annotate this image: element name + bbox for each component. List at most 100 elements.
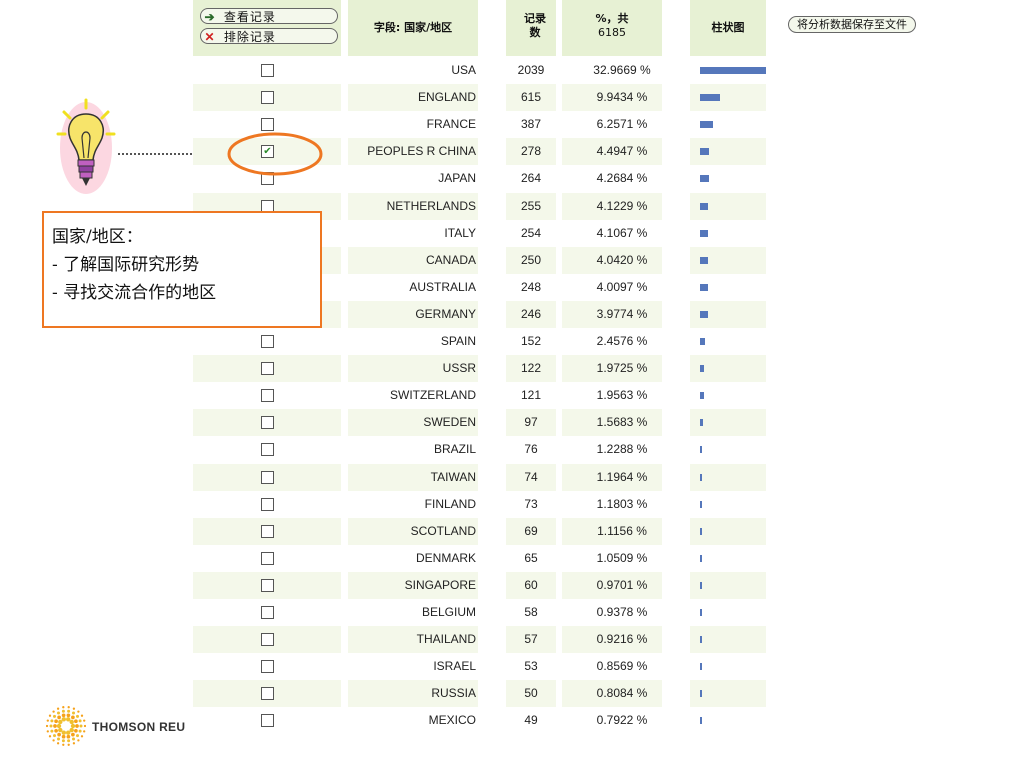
percent-cell: 4.0097 % xyxy=(596,279,648,294)
percent-cell: 1.9725 % xyxy=(596,361,648,376)
country-cell: THAILAND xyxy=(416,632,476,647)
record-count-cell: 57 xyxy=(524,632,538,647)
callout-box: 国家/地区： - 了解国际研究形势 - 寻找交流合作的地区 xyxy=(42,211,322,328)
table-row: JAPAN 264 4.2684 % xyxy=(0,165,1024,192)
share-bar xyxy=(700,365,704,373)
table-row: ✔ PEOPLES R CHINA 278 4.4947 % xyxy=(0,138,1024,166)
share-bar xyxy=(700,67,766,74)
logo-dot xyxy=(74,719,78,724)
table-row: DENMARK 65 1.0509 % xyxy=(0,545,1024,572)
table-row: BELGIUM 58 0.9378 % xyxy=(0,599,1024,626)
country-cell: ITALY xyxy=(444,225,476,240)
logo-dot xyxy=(46,730,49,733)
percent-cell: 0.8569 % xyxy=(596,659,648,674)
field-header: 字段: 国家/地区 xyxy=(373,21,453,34)
logo-dot xyxy=(71,732,75,737)
country-cell: RUSSIA xyxy=(431,686,476,701)
row-checkbox[interactable] xyxy=(261,443,274,457)
logo-dot xyxy=(67,706,70,709)
table-row: SWEDEN 97 1.5683 % xyxy=(0,409,1024,437)
logo-dot xyxy=(53,714,56,718)
logo-dot xyxy=(66,734,71,739)
callout-line-2: - 寻找交流合作的地区 xyxy=(52,283,217,303)
share-bar xyxy=(700,202,709,210)
arrow-right-icon: ➔ xyxy=(204,10,216,24)
row-checkbox[interactable] xyxy=(261,524,274,538)
share-bar xyxy=(700,283,709,291)
row-checkbox[interactable] xyxy=(261,64,274,77)
table-row: USA 2039 32.9669 % xyxy=(0,57,1024,84)
table-row: ENGLAND 615 9.9434 % xyxy=(0,84,1024,112)
percent-cell: 4.1229 % xyxy=(596,198,648,213)
row-checkbox[interactable] xyxy=(261,606,274,619)
country-cell: BELGIUM xyxy=(421,605,476,619)
percent-cell: 1.0509 % xyxy=(596,550,648,565)
country-cell: MEXICO xyxy=(428,713,476,728)
logo-dot xyxy=(61,734,66,739)
logo-dots-icon xyxy=(46,706,86,746)
logo-dot xyxy=(57,711,60,715)
save-to-file-button[interactable]: 将分析数据保存至文件 xyxy=(788,16,916,33)
logo-dot xyxy=(66,713,71,718)
row-checkbox[interactable] xyxy=(261,118,274,132)
record-count-cell: 246 xyxy=(520,306,542,321)
logo-dot xyxy=(46,724,49,728)
logo-dot xyxy=(53,724,57,728)
row-checkbox[interactable] xyxy=(261,335,274,348)
logo-dot xyxy=(54,728,58,733)
row-checkbox[interactable] xyxy=(261,470,274,484)
logo-dot xyxy=(67,709,71,713)
logo-dot xyxy=(79,724,83,728)
logo-dot xyxy=(69,719,74,725)
logo-dot xyxy=(57,732,61,737)
percent-cell: 1.1964 % xyxy=(596,469,648,484)
row-checkbox[interactable] xyxy=(261,578,274,592)
logo-dot xyxy=(83,719,86,722)
exclude-records-button[interactable]: ✕ 排除记录 xyxy=(200,28,338,44)
row-checkbox[interactable] xyxy=(261,416,274,430)
record-count-cell: 76 xyxy=(524,442,538,457)
row-checkbox[interactable] xyxy=(261,714,274,728)
logo-text: THOMSON REU xyxy=(92,720,186,734)
country-cell: SPAIN xyxy=(440,334,476,348)
logo-dot xyxy=(78,729,82,733)
view-records-label: 查看记录 xyxy=(223,10,276,24)
logo-dot xyxy=(61,717,66,722)
logo-dot xyxy=(80,714,84,717)
logo-dot xyxy=(83,730,86,733)
logo-dot xyxy=(61,713,66,718)
row-checkbox[interactable] xyxy=(261,687,274,701)
record-count-cell: 65 xyxy=(524,550,538,565)
record-count-cell: 255 xyxy=(520,198,542,213)
logo-dot xyxy=(56,707,60,710)
row-checkbox[interactable] xyxy=(261,633,274,647)
country-cell: FRANCE xyxy=(426,117,476,132)
logo-dot xyxy=(62,743,65,746)
record-count-cell: 122 xyxy=(520,361,542,376)
share-bar xyxy=(700,148,709,156)
logo-dot xyxy=(76,714,79,718)
share-bar xyxy=(700,310,708,318)
view-records-button[interactable]: ➔ 查看记录 xyxy=(200,8,338,24)
record-count-cell: 254 xyxy=(520,225,542,240)
row-checkbox[interactable] xyxy=(261,660,274,674)
country-cell: NETHERLANDS xyxy=(386,198,476,213)
percent-cell: 9.9434 % xyxy=(596,90,648,105)
row-checkbox[interactable] xyxy=(261,497,274,511)
share-bar xyxy=(700,94,720,102)
table-row: ISRAEL 53 0.8569 % xyxy=(0,653,1024,680)
record-count-cell: 264 xyxy=(520,171,542,186)
callout-line-1: - 了解国际研究形势 xyxy=(52,255,200,275)
record-count-cell: 615 xyxy=(520,90,542,105)
percent-cell: 32.9669 % xyxy=(593,63,651,77)
record-count-cell: 49 xyxy=(524,713,538,728)
bar-chart-header: 柱状图 xyxy=(711,21,745,34)
row-checkbox[interactable] xyxy=(261,389,274,403)
row-checkbox[interactable] xyxy=(261,362,274,376)
logo-dot xyxy=(61,739,65,743)
logo-dot xyxy=(72,711,75,715)
logo-dot xyxy=(58,727,63,733)
row-checkbox[interactable] xyxy=(261,91,274,105)
country-cell: SCOTLAND xyxy=(410,523,476,538)
row-checkbox[interactable] xyxy=(261,551,274,565)
